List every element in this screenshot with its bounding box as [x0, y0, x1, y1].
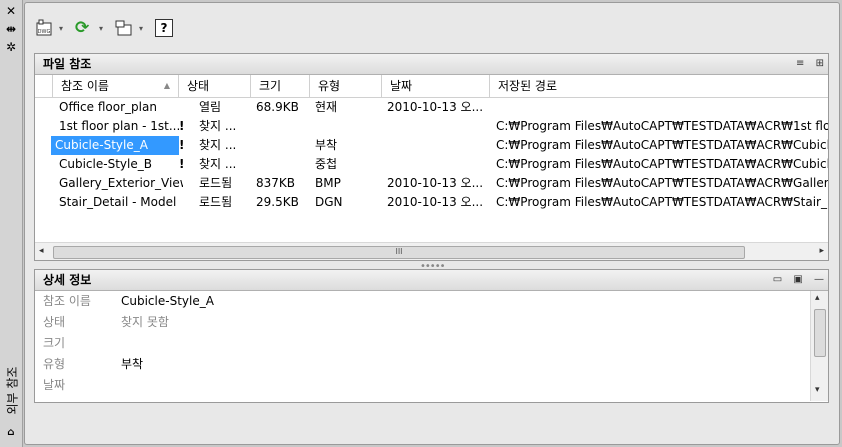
table-row[interactable]: DWGCubicle-Style_A!찾지 ...부착C:₩Program Fi… — [35, 136, 828, 155]
saved-path-cell: C:₩Program Files₩AutoCAPT₩TESTDATA₩ACR₩G… — [496, 176, 828, 190]
status-cell: 로드됨 — [199, 195, 233, 209]
status-cell: 찾지 ... — [199, 157, 237, 171]
xref-icon: ⌂ — [7, 427, 15, 438]
column-headers: 참조 이름 ▲ 상태 크기 유형 날짜 저장된 경로 — [35, 75, 828, 98]
date-cell: 2010-10-13 오... — [387, 195, 484, 209]
column-saved-path[interactable]: 저장된 경로 — [490, 75, 828, 97]
close-icon[interactable]: ✕ — [4, 4, 18, 18]
details-panel: 상세 정보 ▭ ▣ — 참조 이름 Cubicle-Style_A 상태 찾지 못함크… — [34, 269, 829, 403]
list-view-icon[interactable]: ≡ — [796, 58, 804, 69]
svg-text:DWG: DWG — [38, 29, 51, 35]
reference-name: 1st floor plan - 1st... — [59, 119, 181, 133]
table-row[interactable]: DGNStair_Detail - Model로드됨29.5KBDGN2010-… — [35, 193, 828, 212]
detail-value: Cubicle-Style_A — [121, 294, 214, 308]
preview-icon[interactable]: ▣ — [793, 274, 802, 285]
saved-path-cell: C:₩Program Files₩AutoCAPT₩TESTDATA₩ACR₩C… — [496, 138, 828, 152]
saved-path-cell: C:₩Program Files₩AutoCAPT₩TESTDATA₩ACR₩C… — [496, 157, 828, 171]
scroll-down-icon[interactable]: ▾ — [815, 385, 820, 395]
file-references-title: 파일 참조 ≡ ⊞ — [35, 54, 828, 75]
scroll-left-icon[interactable]: ◂ — [39, 246, 44, 256]
auto-hide-icon[interactable]: ⇹ — [4, 22, 18, 36]
status-cell: 찾지 ... — [199, 119, 237, 133]
detail-label: 유형 — [43, 357, 66, 371]
date-cell: 2010-10-13 오... — [387, 176, 484, 190]
details-view-icon[interactable]: ▭ — [773, 274, 782, 285]
reference-name: Cubicle-Style_B — [59, 157, 152, 171]
scroll-up-icon[interactable]: ▴ — [815, 293, 820, 303]
collapse-icon[interactable]: — — [814, 274, 824, 285]
sort-arrow-icon: ▲ — [163, 81, 170, 90]
file-list: DWGOffice floor_plan열림68.9KB현재2010-10-13… — [35, 98, 828, 212]
detail-row: 날짜 — [35, 375, 828, 396]
xref-palette: DWG ▾ ⟳ ▾ ▾ ? 파일 참조 ≡ ⊞ 참조 이름 ▲ 상태 크기 유형… — [24, 2, 840, 445]
type-cell: 부착 — [315, 138, 338, 152]
scrollbar-thumb[interactable] — [814, 309, 826, 357]
palette-title: 외부 참조 — [5, 366, 20, 415]
vertical-scrollbar[interactable]: ▴ ▾ — [810, 291, 828, 401]
table-row[interactable]: DWGOffice floor_plan열림68.9KB현재2010-10-13… — [35, 98, 828, 117]
status-cell: 열림 — [199, 100, 222, 114]
column-status[interactable]: 상태 — [179, 75, 251, 97]
details-fields: 참조 이름 Cubicle-Style_A 상태 찾지 못함크기유형 부착날짜 — [35, 291, 828, 396]
column-type[interactable]: 유형 — [310, 75, 382, 97]
reference-name: Stair_Detail - Model — [59, 195, 177, 209]
detail-row: 상태 찾지 못함 — [35, 312, 828, 333]
type-cell: BMP — [315, 176, 341, 190]
status-cell: 찾지 ... — [199, 138, 237, 152]
tree-view-icon[interactable]: ⊞ — [816, 58, 824, 69]
chevron-down-icon[interactable]: ▾ — [99, 24, 103, 33]
scroll-right-icon[interactable]: ▸ — [819, 246, 824, 256]
table-row[interactable]: DWGCubicle-Style_B!찾지 ...중첩C:₩Program Fi… — [35, 155, 828, 174]
detail-label: 날짜 — [43, 378, 66, 392]
type-cell: 현재 — [315, 100, 338, 114]
scrollbar-thumb[interactable]: III — [53, 246, 745, 259]
status-cell: 로드됨 — [199, 176, 233, 190]
detail-label: 크기 — [43, 336, 66, 350]
help-icon: ? — [155, 19, 173, 37]
column-reference-name[interactable]: 참조 이름 ▲ — [53, 75, 179, 97]
table-row[interactable]: DWF1st floor plan - 1st...!찾지 ...C:₩Prog… — [35, 117, 828, 136]
not-found-flag: ! — [179, 138, 185, 152]
not-found-flag: ! — [179, 119, 185, 133]
detail-label: 상태 — [43, 315, 66, 329]
not-found-flag: ! — [179, 157, 185, 171]
reference-name: Cubicle-Style_A — [51, 136, 179, 155]
size-cell: 68.9KB — [256, 100, 299, 114]
column-size[interactable]: 크기 — [251, 75, 310, 97]
chevron-down-icon[interactable]: ▾ — [59, 24, 63, 33]
reference-name: Office floor_plan — [59, 100, 157, 114]
type-cell: DGN — [315, 195, 343, 209]
horizontal-scrollbar[interactable]: ◂ III ▸ — [35, 242, 828, 260]
details-title: 상세 정보 ▭ ▣ — — [35, 270, 828, 291]
detail-label: 참조 이름 — [43, 294, 91, 308]
column-icon — [35, 75, 53, 97]
change-path-icon — [115, 20, 132, 36]
size-cell: 837KB — [256, 176, 296, 190]
palette-sidebar: ✕ ⇹ ✲ 외부 참조 ⌂ — [0, 0, 23, 447]
saved-path-cell: C:₩Program Files₩AutoCAPT₩TESTDATA₩ACR₩S… — [496, 195, 828, 209]
reference-name: Gallery_Exterior_View — [59, 176, 183, 190]
type-cell: 중첩 — [315, 157, 338, 171]
date-cell: 2010-10-13 오... — [387, 100, 484, 114]
detail-value: 찾지 못함 — [121, 315, 169, 329]
chevron-down-icon[interactable]: ▾ — [139, 24, 143, 33]
detail-row: 크기 — [35, 333, 828, 354]
detail-row: 유형 부착 — [35, 354, 828, 375]
detail-value: 부착 — [121, 357, 144, 371]
file-references-panel: 파일 참조 ≡ ⊞ 참조 이름▲ 상태 크기 유형 날짜 저장된 경로 DWGO… — [34, 53, 829, 261]
properties-icon[interactable]: ✲ — [4, 40, 18, 54]
table-row[interactable]: BMPGallery_Exterior_View로드됨837KBBMP2010-… — [35, 174, 828, 193]
detail-row: 참조 이름 Cubicle-Style_A — [35, 291, 828, 312]
column-date[interactable]: 날짜 — [382, 75, 490, 97]
saved-path-cell: C:₩Program Files₩AutoCAPT₩TESTDATA₩ACR₩1… — [496, 119, 828, 133]
size-cell: 29.5KB — [256, 195, 299, 209]
attach-dwg-icon: DWG — [36, 19, 52, 36]
refresh-icon: ⟳ — [75, 18, 90, 38]
